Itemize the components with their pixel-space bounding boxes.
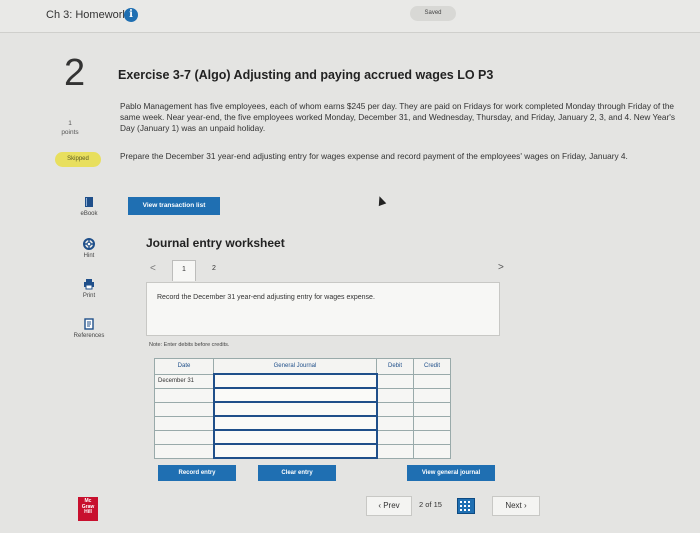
tab-1[interactable]: 1: [172, 260, 196, 281]
date-cell[interactable]: [154, 415, 214, 431]
table-row: [154, 429, 451, 445]
date-cell[interactable]: [154, 429, 214, 445]
table-row: [154, 443, 451, 459]
print-tool[interactable]: Print: [60, 278, 118, 299]
credit-cell[interactable]: [413, 429, 451, 445]
top-bar: Ch 3: Homework i Saved: [0, 0, 700, 33]
entry-note: Note: Enter debits before credits.: [149, 342, 230, 348]
date-cell[interactable]: December 31: [154, 373, 214, 389]
page-current: 2: [419, 500, 424, 509]
debit-cell[interactable]: [376, 415, 414, 431]
column-header-date: Date: [154, 358, 214, 375]
record-entry-button[interactable]: Record entry: [158, 465, 236, 481]
exercise-title: Exercise 3-7 (Algo) Adjusting and paying…: [118, 68, 494, 82]
credit-cell[interactable]: [413, 415, 451, 431]
page-of: of 15: [425, 500, 442, 509]
hint-tool[interactable]: Hint: [60, 238, 118, 259]
account-cell[interactable]: [212, 429, 378, 445]
debit-cell[interactable]: [376, 401, 414, 417]
account-cell[interactable]: [212, 387, 378, 403]
skipped-badge: Skipped: [55, 152, 101, 167]
journal-entry-table: Date General Journal Debit Credit Decemb…: [154, 358, 451, 459]
debit-cell[interactable]: [376, 429, 414, 445]
credit-cell[interactable]: [413, 387, 451, 403]
chevron-left-icon: ‹: [378, 501, 381, 510]
ebook-tool[interactable]: eBook: [60, 196, 118, 217]
grid-icon[interactable]: [457, 498, 475, 514]
view-general-journal-button[interactable]: View general journal: [407, 465, 495, 481]
exercise-instruction: Prepare the December 31 year-end adjusti…: [120, 151, 628, 161]
debit-cell[interactable]: [376, 443, 414, 459]
references-tool[interactable]: References: [60, 318, 118, 339]
column-header-debit: Debit: [376, 358, 414, 375]
table-row: [154, 387, 451, 403]
credit-cell[interactable]: [413, 373, 451, 389]
credit-cell[interactable]: [413, 401, 451, 417]
worksheet-prev-arrow[interactable]: <: [150, 263, 156, 274]
chevron-right-icon: ›: [524, 501, 527, 510]
record-instruction-box: Record the December 31 year-end adjustin…: [146, 282, 500, 336]
next-button[interactable]: Next ›: [492, 496, 540, 516]
logo-line-3: Hill: [84, 509, 92, 515]
next-label: Next: [505, 501, 522, 510]
table-row: December 31: [154, 373, 451, 389]
book-icon: [85, 197, 93, 207]
info-icon[interactable]: i: [124, 8, 138, 22]
document-icon: [84, 318, 94, 330]
points-label: points: [61, 129, 79, 136]
worksheet-next-arrow[interactable]: >: [498, 262, 504, 273]
exercise-description: Pablo Management has five employees, eac…: [120, 101, 676, 133]
account-cell[interactable]: [212, 443, 378, 459]
worksheet-title: Journal entry worksheet: [146, 236, 285, 250]
clear-entry-button[interactable]: Clear entry: [258, 465, 336, 481]
points-display: 1 points: [50, 119, 90, 137]
date-cell[interactable]: [154, 443, 214, 459]
credit-cell[interactable]: [413, 443, 451, 459]
prev-button[interactable]: ‹ Prev: [366, 496, 412, 516]
debit-cell[interactable]: [376, 373, 414, 389]
date-cell[interactable]: [154, 387, 214, 403]
print-label: Print: [82, 293, 96, 299]
account-cell[interactable]: [212, 401, 378, 417]
saved-status-badge: Saved: [410, 6, 456, 21]
mouse-cursor-icon: [375, 194, 387, 207]
account-cell[interactable]: [212, 373, 378, 389]
column-header-credit: Credit: [413, 358, 451, 375]
tab-2[interactable]: 2: [203, 260, 225, 280]
record-instruction-text: Record the December 31 year-end adjustin…: [157, 294, 375, 301]
hint-label: Hint: [83, 253, 95, 259]
column-header-general-journal: General Journal: [213, 358, 377, 375]
printer-icon: [84, 279, 94, 290]
table-header-row: Date General Journal Debit Credit: [154, 358, 451, 375]
account-cell[interactable]: [212, 415, 378, 431]
prev-label: Prev: [383, 501, 400, 510]
mcgraw-hill-logo: Mc Graw Hill: [78, 497, 98, 521]
view-transaction-list-button[interactable]: View transaction list: [128, 197, 220, 215]
question-number: 2: [64, 52, 86, 94]
lifebuoy-icon: [83, 238, 95, 250]
table-row: [154, 401, 451, 417]
page-indicator: 2 of 15: [419, 500, 442, 509]
assignment-title: Ch 3: Homework: [46, 9, 128, 21]
references-label: References: [73, 333, 105, 339]
ebook-label: eBook: [80, 211, 98, 217]
debit-cell[interactable]: [376, 387, 414, 403]
table-row: [154, 415, 451, 431]
date-cell[interactable]: [154, 401, 214, 417]
points-value: 1: [68, 120, 72, 127]
